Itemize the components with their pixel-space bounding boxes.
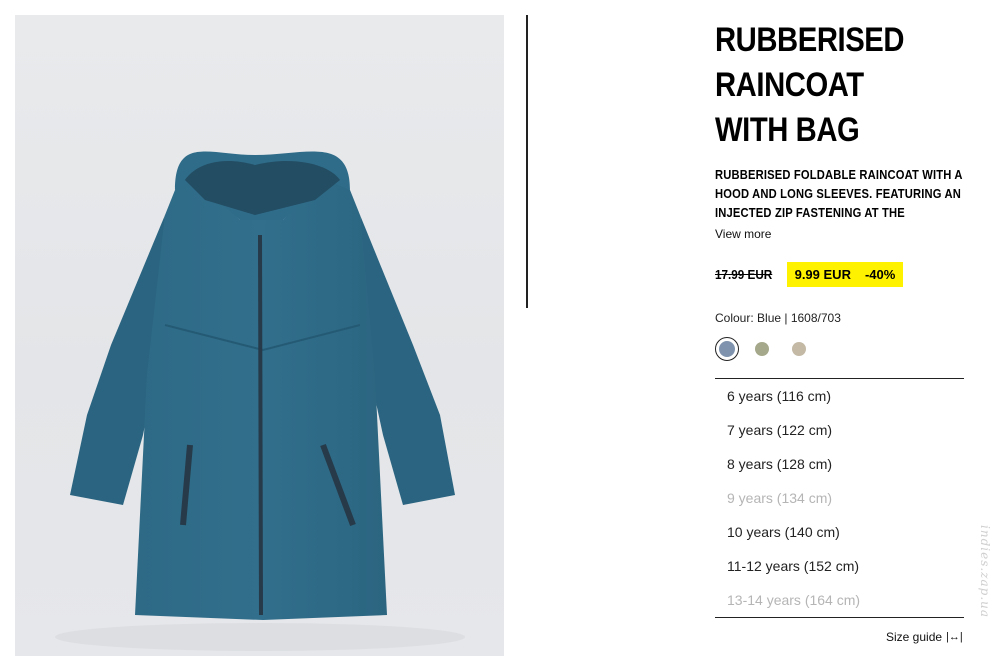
colour-swatch-blue[interactable] (715, 337, 739, 361)
size-option[interactable]: 6 years (116 cm) (715, 379, 964, 413)
old-price: 17.99 EUR (715, 267, 773, 282)
size-option[interactable]: 8 years (128 cm) (715, 447, 964, 481)
size-option[interactable]: 11-12 years (152 cm) (715, 549, 964, 583)
price-row: 17.99 EUR 9.99 EUR -40% (715, 262, 904, 287)
scrollbar[interactable] (526, 15, 528, 308)
size-option[interactable]: 10 years (140 cm) (715, 515, 964, 549)
size-list: 6 years (116 cm) 7 years (122 cm) 8 year… (715, 378, 964, 618)
colour-swatches (715, 337, 806, 361)
colour-label: Colour: Blue | 1608/703 (715, 311, 841, 325)
raincoat-image (55, 151, 465, 651)
size-guide-label: Size guide (886, 630, 943, 644)
sale-price-badge: 9.99 EUR -40% (786, 262, 904, 287)
size-option-unavailable[interactable]: 9 years (134 cm) (715, 481, 964, 515)
product-image[interactable] (15, 15, 504, 656)
colour-swatch-khaki[interactable] (755, 342, 769, 356)
product-description: RUBBERISED FOLDABLE RAINCOAT WITH A HOOD… (715, 167, 963, 220)
ruler-icon: |↔| (946, 631, 963, 643)
new-price: 9.99 EUR (794, 267, 851, 282)
discount-badge: -40% (864, 267, 896, 282)
size-option-unavailable[interactable]: 13-14 years (164 cm) (715, 583, 964, 617)
colour-swatch-beige[interactable] (792, 342, 806, 356)
size-guide-link[interactable]: Size guide |↔| (886, 630, 963, 644)
size-option[interactable]: 7 years (122 cm) (715, 413, 964, 447)
product-title: RUBBERISED RAINCOAT WITH BAG (715, 21, 905, 149)
view-more-link[interactable]: View more (715, 227, 771, 241)
watermark: indies.zap.ua (978, 525, 992, 619)
